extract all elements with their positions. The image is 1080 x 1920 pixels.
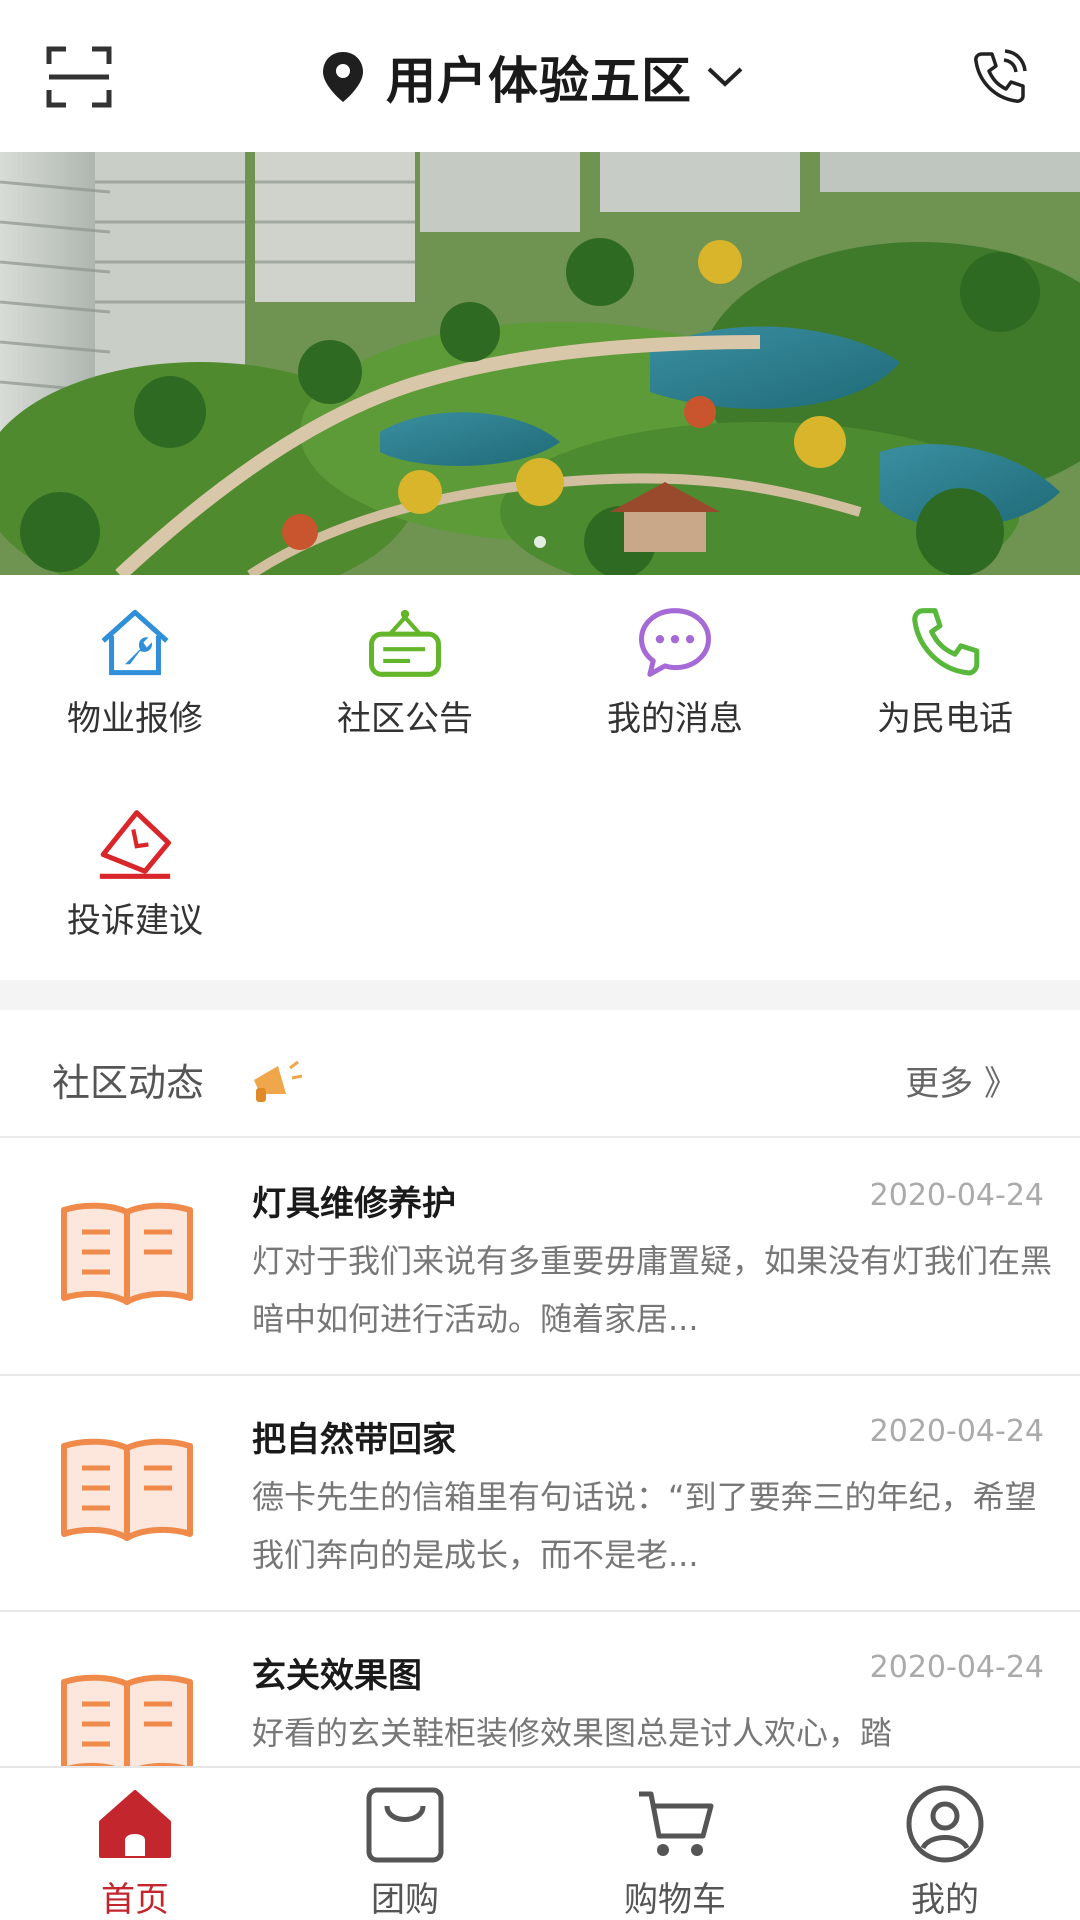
news-item-title: 把自然带回家 (252, 1420, 456, 1460)
megaphone-icon (254, 1060, 303, 1102)
news-item-description: 好看的玄关鞋柜装修效果图总是讨人欢心，踏 (252, 1714, 893, 1752)
menu-item-repair[interactable]: 物业报修 (0, 580, 270, 740)
quick-menu: 物业报修 社区公告 我的消息 为民电话 投诉建议 (0, 580, 1080, 980)
news-item[interactable]: 把自然带回家 2020-04-24 德卡先生的信箱里有句话说：“到了要奔三的年纪… (0, 1376, 1080, 1612)
user-icon (906, 1785, 984, 1863)
news-item-title: 玄关效果图 (252, 1656, 422, 1696)
news-list: 灯具维修养护 2020-04-24 灯对于我们来说有多重要毋庸置疑，如果没有灯我… (0, 1140, 1080, 1766)
menu-label: 我的消息 (607, 699, 743, 739)
section-title: 社区动态 (52, 1061, 205, 1105)
news-item-title: 灯具维修养护 (252, 1184, 456, 1224)
location-name: 用户体验五区 (386, 52, 692, 110)
notice-board-icon (369, 609, 441, 677)
home-icon (99, 1790, 171, 1858)
tab-cart[interactable]: 购物车 (540, 1768, 810, 1920)
book-icon (61, 1438, 193, 1541)
book-icon (61, 1674, 193, 1766)
tab-group-buy[interactable]: 团购 (270, 1768, 540, 1920)
shopping-bag-icon (366, 1787, 444, 1863)
chat-bubble-icon (639, 608, 711, 677)
chevron-down-icon (707, 67, 743, 87)
menu-item-hotline[interactable]: 为民电话 (810, 580, 1080, 740)
news-item-date: 2020-04-24 (869, 1650, 1044, 1685)
menu-label: 为民电话 (877, 699, 1013, 739)
bottom-tab-bar: 首页 团购 购物车 我的 (0, 1766, 1080, 1920)
menu-item-notice[interactable]: 社区公告 (270, 580, 540, 740)
tab-label: 购物车 (624, 1880, 726, 1920)
tab-home[interactable]: 首页 (0, 1768, 270, 1920)
news-section-header: 社区动态 更多 》 (0, 1010, 1080, 1138)
phone-icon (912, 608, 980, 676)
banner-image (0, 152, 1080, 575)
top-bar: 用户体验五区 (0, 0, 1080, 152)
carousel-indicator[interactable] (534, 536, 546, 548)
location-selector[interactable]: 用户体验五区 (320, 42, 744, 112)
menu-item-messages[interactable]: 我的消息 (540, 580, 810, 740)
menu-item-complaint[interactable]: 投诉建议 (0, 782, 270, 942)
more-link[interactable]: 更多 》 (905, 1056, 1018, 1105)
banner-carousel[interactable] (0, 152, 1080, 575)
section-divider (0, 980, 1080, 1010)
complaint-mail-icon (99, 810, 171, 879)
tab-profile[interactable]: 我的 (810, 1768, 1080, 1920)
tab-label: 团购 (371, 1880, 439, 1920)
book-icon (61, 1202, 193, 1305)
news-item-date: 2020-04-24 (869, 1178, 1044, 1213)
news-item[interactable]: 玄关效果图 2020-04-24 好看的玄关鞋柜装修效果图总是讨人欢心，踏 (0, 1612, 1080, 1766)
menu-label: 物业报修 (67, 699, 203, 739)
location-pin-icon (323, 52, 363, 102)
news-item-description: 德卡先生的信箱里有句话说：“到了要奔三的年纪，希望我们奔向的是成长，而不是老..… (252, 1478, 1037, 1574)
scan-icon[interactable] (46, 46, 112, 108)
repair-house-icon (101, 609, 169, 676)
tab-label: 首页 (101, 1880, 169, 1920)
menu-label: 投诉建议 (67, 901, 203, 941)
phone-call-icon[interactable] (970, 48, 1028, 106)
cart-icon (639, 1791, 714, 1856)
menu-label: 社区公告 (337, 699, 473, 739)
news-item-date: 2020-04-24 (869, 1414, 1044, 1449)
news-item-description: 灯对于我们来说有多重要毋庸置疑，如果没有灯我们在黑暗中如何进行活动。随着家居..… (252, 1242, 1052, 1338)
news-item[interactable]: 灯具维修养护 2020-04-24 灯对于我们来说有多重要毋庸置疑，如果没有灯我… (0, 1140, 1080, 1376)
tab-label: 我的 (911, 1880, 979, 1920)
